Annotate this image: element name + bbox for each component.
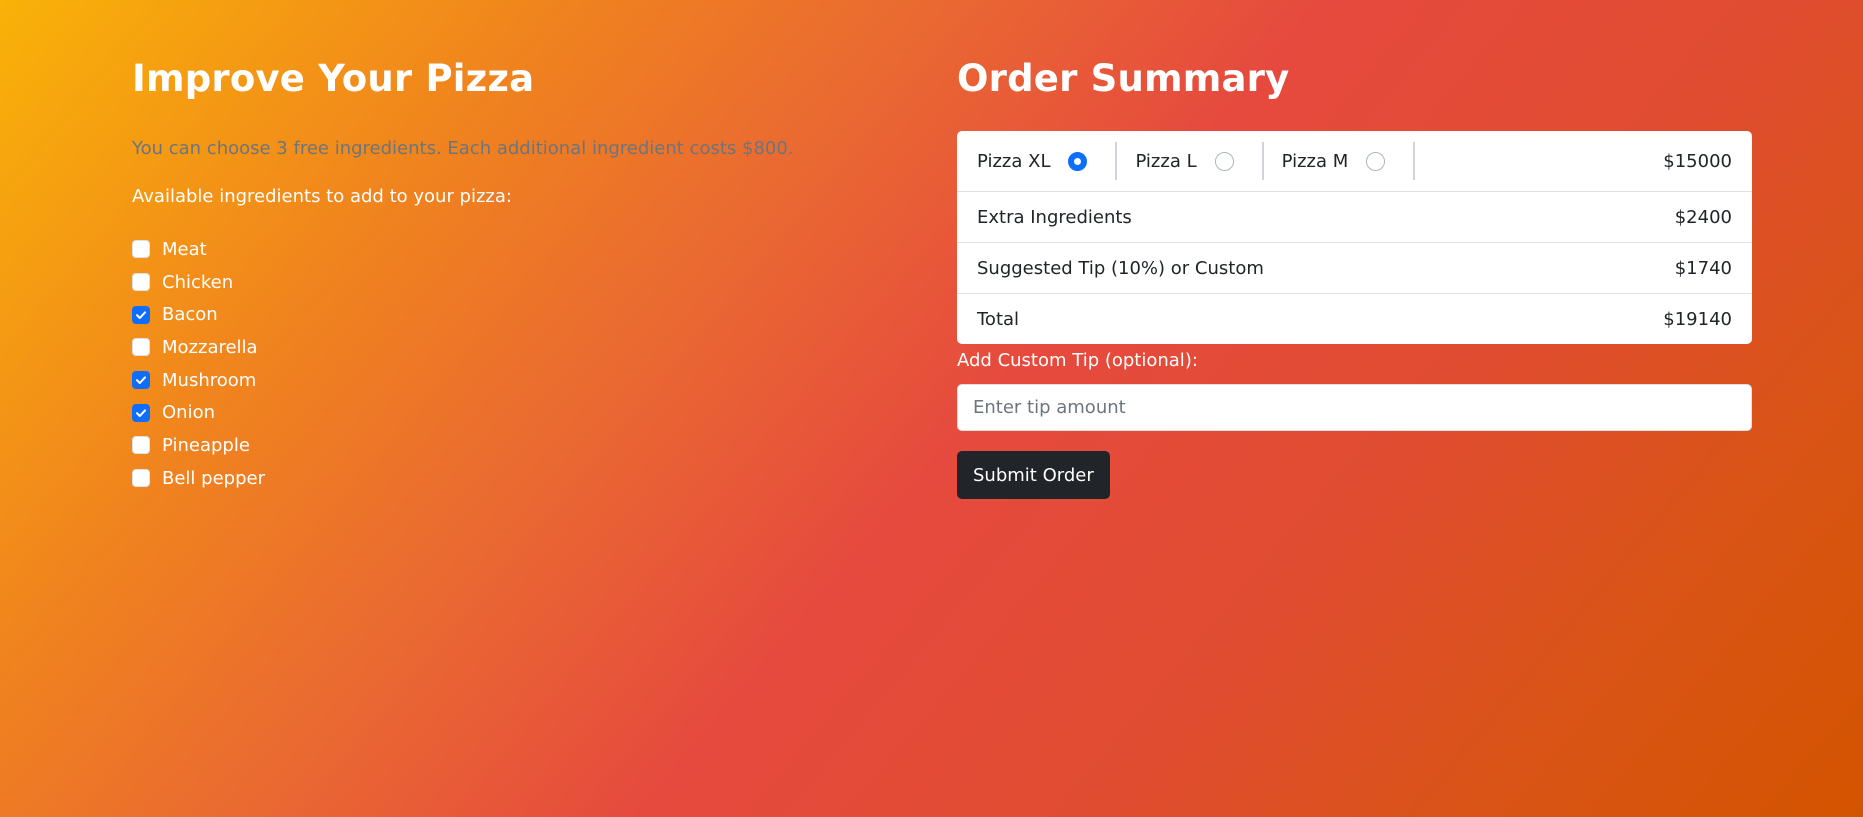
tip-row: Suggested Tip (10%) or Custom $1740 — [957, 242, 1752, 293]
custom-tip-label: Add Custom Tip (optional): — [957, 350, 1198, 371]
size-option-l[interactable]: Pizza L — [1135, 142, 1264, 180]
ingredient-item[interactable]: Mozzarella — [132, 331, 265, 364]
ingredient-label[interactable]: Bacon — [162, 304, 218, 325]
check-icon — [136, 409, 146, 417]
total-label: Total — [977, 308, 1020, 330]
ingredients-title: Improve Your Pizza — [132, 57, 535, 100]
free-ingredients-info: You can choose 3 free ingredients. Each … — [132, 138, 794, 159]
ingredient-checkbox[interactable] — [132, 338, 150, 357]
ingredient-label[interactable]: Pineapple — [162, 435, 250, 456]
ingredient-item[interactable]: Chicken — [132, 266, 265, 299]
total-price: $19140 — [1663, 308, 1732, 330]
ingredient-checkbox[interactable] — [132, 403, 150, 422]
pizza-size-row: Pizza XL Pizza L Pizza M $15000 — [957, 131, 1752, 191]
size-label[interactable]: Pizza XL — [977, 151, 1050, 172]
ingredient-label[interactable]: Meat — [162, 239, 207, 260]
size-radio[interactable] — [1214, 151, 1234, 171]
tip-label: Suggested Tip (10%) or Custom — [977, 257, 1264, 279]
size-option-xl[interactable]: Pizza XL — [977, 142, 1118, 180]
order-summary-title: Order Summary — [957, 57, 1290, 100]
ingredient-item[interactable]: Onion — [132, 396, 265, 429]
total-row: Total $19140 — [957, 293, 1752, 344]
pizza-price: $15000 — [1663, 150, 1732, 172]
extra-ingredients-row: Extra Ingredients $2400 — [957, 191, 1752, 242]
ingredient-label[interactable]: Onion — [162, 402, 215, 423]
ingredient-label[interactable]: Chicken — [162, 272, 233, 293]
ingredients-panel: Improve Your Pizza You can choose 3 free… — [132, 52, 832, 489]
size-radio[interactable] — [1068, 151, 1088, 171]
ingredient-item[interactable]: Pineapple — [132, 429, 265, 462]
check-icon — [136, 311, 146, 319]
extra-ingredients-label: Extra Ingredients — [977, 206, 1132, 228]
size-radio[interactable] — [1366, 151, 1386, 171]
size-label[interactable]: Pizza M — [1282, 151, 1349, 172]
custom-tip-input[interactable] — [957, 384, 1752, 431]
ingredient-checkbox[interactable] — [132, 273, 150, 292]
order-summary-panel: Order Summary Pizza XL Pizza L Pizza M $… — [957, 52, 1752, 499]
size-label[interactable]: Pizza L — [1135, 151, 1196, 172]
extra-ingredients-price: $2400 — [1674, 206, 1732, 228]
ingredient-label[interactable]: Mozzarella — [162, 337, 258, 358]
tip-price: $1740 — [1674, 257, 1732, 279]
ingredient-checkbox[interactable] — [132, 305, 150, 324]
ingredient-list: Meat Chicken Bacon Mozzarella Mushroom O… — [132, 233, 265, 495]
size-option-m[interactable]: Pizza M — [1282, 142, 1416, 180]
check-icon — [136, 376, 146, 385]
ingredient-checkbox[interactable] — [132, 436, 150, 455]
ingredient-label[interactable]: Mushroom — [162, 370, 256, 391]
ingredient-item[interactable]: Bacon — [132, 298, 265, 331]
ingredient-label[interactable]: Bell pepper — [162, 468, 265, 489]
submit-order-button[interactable]: Submit Order — [957, 451, 1110, 499]
ingredient-item[interactable]: Mushroom — [132, 364, 265, 397]
pizza-size-options: Pizza XL Pizza L Pizza M — [977, 131, 1433, 191]
ingredient-item[interactable]: Meat — [132, 233, 265, 266]
available-ingredients-label: Available ingredients to add to your piz… — [132, 186, 512, 207]
ingredient-checkbox[interactable] — [132, 240, 150, 259]
ingredient-checkbox[interactable] — [132, 469, 150, 488]
ingredient-checkbox[interactable] — [132, 371, 150, 390]
ingredient-item[interactable]: Bell pepper — [132, 462, 265, 495]
order-summary-card: Pizza XL Pizza L Pizza M $15000 Extra In… — [957, 131, 1752, 344]
